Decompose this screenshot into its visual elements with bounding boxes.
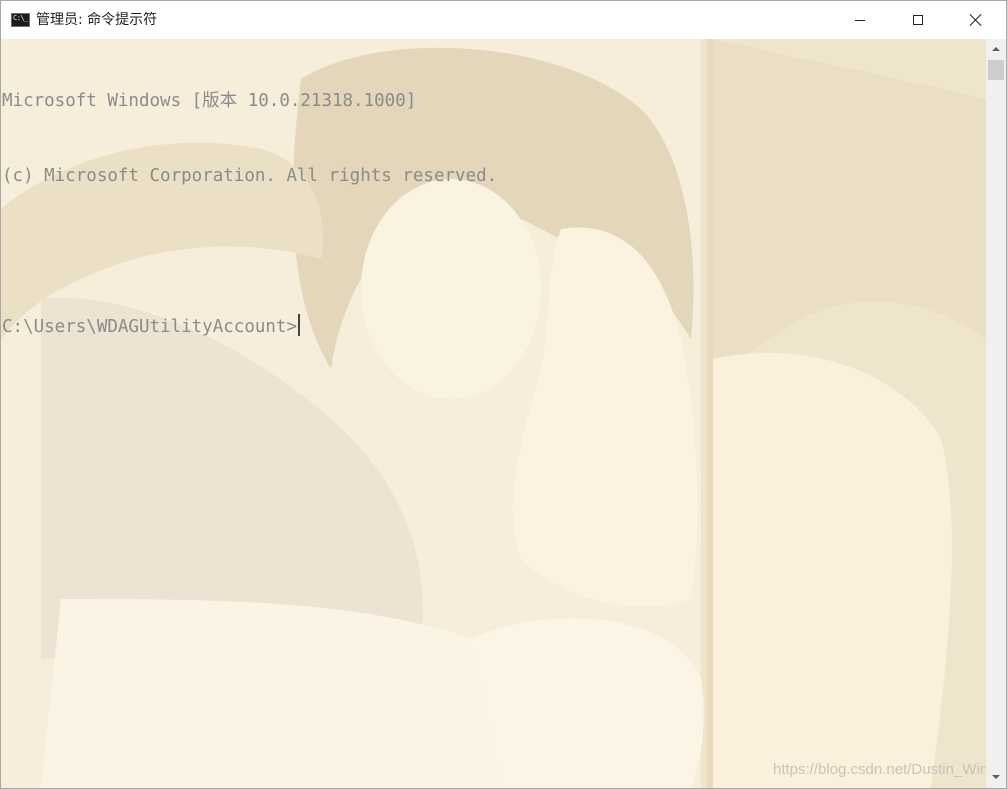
cmd-window: 管理员: 命令提示符	[0, 0, 1007, 789]
console-area[interactable]: Microsoft Windows [版本 10.0.21318.1000] (…	[1, 39, 986, 788]
window-title: 管理员: 命令提示符	[36, 12, 158, 28]
console-line: Microsoft Windows [版本 10.0.21318.1000]	[2, 91, 417, 111]
close-button[interactable]	[947, 1, 1005, 39]
watermark: https://blog.csdn.net/Dustin_Win	[773, 761, 986, 778]
console-line: (c) Microsoft Corporation. All rights re…	[2, 166, 498, 186]
maximize-button[interactable]	[889, 1, 947, 39]
command-prompt: C:\Users\WDAGUtilityAccount>	[2, 317, 298, 337]
vertical-scrollbar[interactable]	[986, 39, 1006, 788]
scroll-up-arrow-icon	[992, 47, 1000, 51]
minimize-icon	[855, 19, 865, 21]
command-prompt-line[interactable]: C:\Users\WDAGUtilityAccount>	[2, 314, 497, 339]
console-output[interactable]: Microsoft Windows [版本 10.0.21318.1000] (…	[2, 39, 497, 389]
scroll-down-button[interactable]	[986, 767, 1006, 787]
scroll-thumb[interactable]	[988, 60, 1004, 80]
text-cursor	[298, 314, 301, 336]
scroll-up-button[interactable]	[986, 39, 1006, 59]
close-icon	[970, 14, 982, 26]
title-bar[interactable]: 管理员: 命令提示符	[1, 1, 1006, 39]
maximize-icon	[913, 15, 923, 25]
minimize-button[interactable]	[831, 1, 889, 39]
scroll-down-arrow-icon	[992, 775, 1000, 779]
cmd-icon[interactable]	[11, 13, 30, 27]
